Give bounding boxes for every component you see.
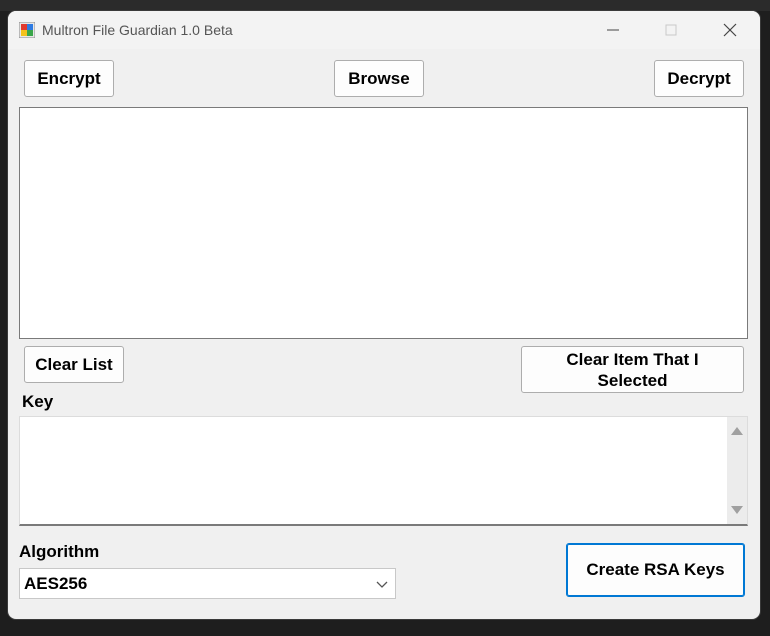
encrypt-button[interactable]: Encrypt	[24, 60, 114, 97]
clear-selected-button[interactable]: Clear Item That I Selected	[521, 346, 744, 393]
desktop-background	[0, 0, 770, 11]
app-window: Multron File Guardian 1.0 Beta Encrypt B…	[8, 11, 760, 619]
key-input[interactable]	[19, 416, 748, 526]
window-title: Multron File Guardian 1.0 Beta	[42, 22, 233, 38]
key-label: Key	[22, 392, 54, 411]
close-button[interactable]	[700, 11, 758, 49]
decrypt-button[interactable]: Decrypt	[654, 60, 744, 97]
browse-button[interactable]: Browse	[334, 60, 424, 97]
scroll-up-icon[interactable]	[731, 427, 743, 435]
title-bar[interactable]: Multron File Guardian 1.0 Beta	[8, 11, 760, 49]
create-rsa-keys-button[interactable]: Create RSA Keys	[566, 543, 745, 597]
maximize-button[interactable]	[642, 11, 700, 49]
scroll-down-icon[interactable]	[731, 506, 743, 514]
algorithm-selected-value: AES256	[24, 574, 88, 593]
app-icon	[19, 22, 35, 38]
clear-list-button[interactable]: Clear List	[24, 346, 124, 383]
chevron-down-icon	[376, 581, 388, 588]
key-scrollbar[interactable]	[727, 417, 747, 524]
minimize-icon	[607, 29, 619, 31]
file-list[interactable]	[19, 107, 748, 339]
algorithm-label: Algorithm	[19, 542, 100, 561]
close-icon	[723, 23, 737, 37]
minimize-button[interactable]	[584, 11, 642, 49]
maximize-icon	[665, 24, 677, 36]
algorithm-select[interactable]: AES256	[19, 568, 396, 599]
